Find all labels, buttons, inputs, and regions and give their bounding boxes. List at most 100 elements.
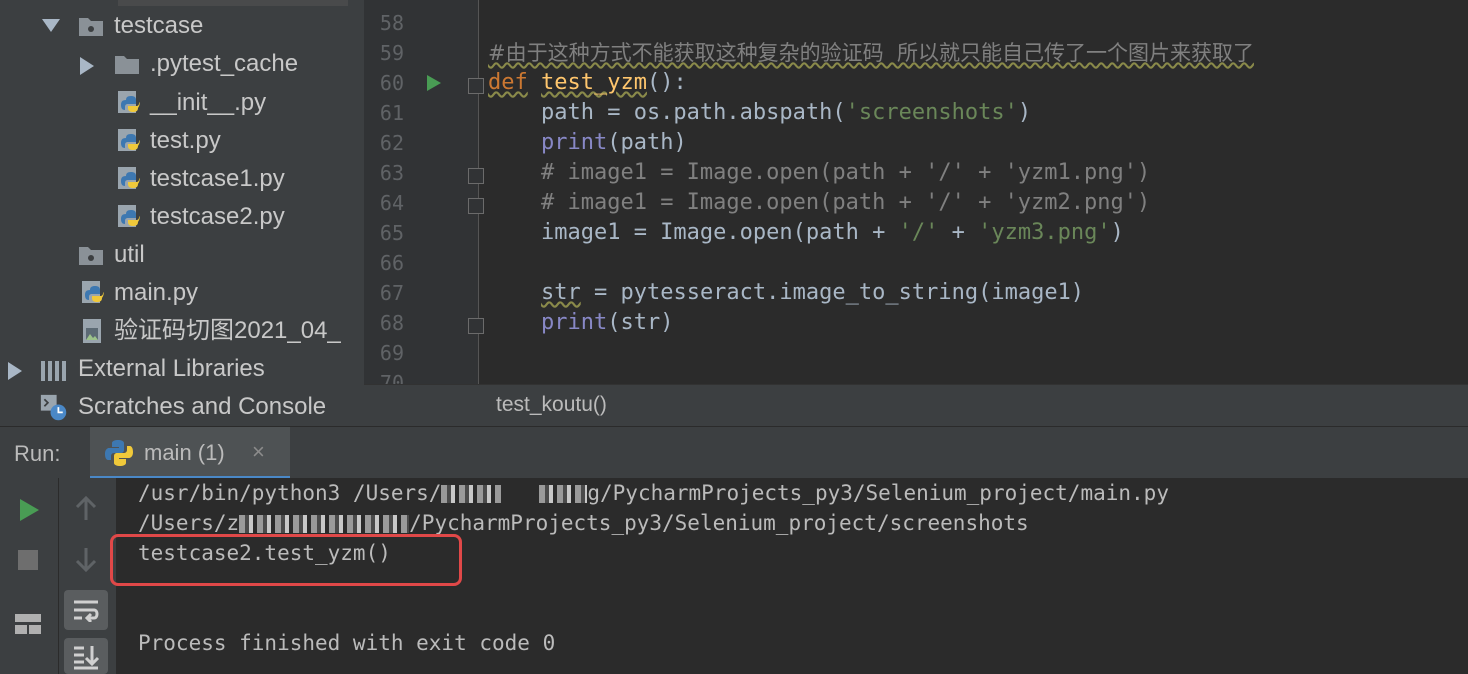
chevron-down-icon[interactable]: [42, 19, 60, 32]
code-token: ): [1110, 220, 1124, 245]
tree-item-label: testcase: [114, 12, 204, 39]
function-name: test_yzm: [541, 70, 647, 95]
tree-item-label: testcase1.py: [150, 165, 285, 192]
code-token: +: [938, 220, 979, 245]
tab-label: main (1): [144, 440, 225, 465]
scroll-to-end-icon[interactable]: [64, 638, 108, 674]
string-literal: 'screenshots': [845, 100, 1018, 125]
code-editor[interactable]: 58 59 60 61 62 63 64 65 66 67 68 69 70 #…: [364, 0, 1468, 384]
code-line-68: print(str): [488, 308, 673, 338]
tree-item-label: __init__.py: [150, 89, 267, 116]
line-number: 65: [379, 221, 404, 245]
run-toolbar: Run: main (1) ×: [0, 426, 1468, 479]
line-number: 69: [379, 341, 404, 365]
code-line-65: image1 = Image.open(path + '/' + 'yzm3.p…: [488, 218, 1124, 248]
console-text: /Users/z: [138, 511, 240, 535]
tree-item-util[interactable]: util: [0, 236, 364, 274]
fold-icon[interactable]: [468, 318, 484, 334]
tree-item-captcha-image[interactable]: 验证码切图2021_04_: [0, 312, 364, 350]
python-file-icon: [118, 167, 140, 189]
tree-item-pytest-cache[interactable]: .pytest_cache: [0, 45, 364, 83]
console-text: /PycharmProjects_py3/Selenium_project/sc…: [409, 511, 1029, 535]
fold-icon[interactable]: [468, 168, 484, 184]
code-line-59: #由于这种方式不能获取这种复杂的验证码 所以就只能自己传了一个图片来获取了: [488, 38, 1254, 68]
line-number: 62: [379, 131, 404, 155]
line-number: 67: [379, 281, 404, 305]
tree-item-testcase[interactable]: testcase: [0, 7, 364, 45]
rerun-icon[interactable]: [18, 498, 40, 522]
line-number: 63: [379, 161, 404, 185]
tree-item-scratches[interactable]: Scratches and Console: [0, 388, 364, 426]
project-tree: testcase .pytest_cache __init__.py test.…: [0, 0, 364, 426]
code-comment: # image1 = Image.open(path + '/' + 'yzm1…: [540, 160, 1151, 185]
fold-icon[interactable]: [468, 78, 484, 94]
code-line-60: def test_yzm():: [488, 68, 687, 98]
line-number: 60: [379, 71, 404, 95]
close-icon[interactable]: ×: [252, 439, 265, 465]
soft-wrap-icon[interactable]: [64, 590, 108, 630]
run-label: Run:: [14, 441, 61, 466]
tree-item-external-libraries[interactable]: External Libraries: [0, 350, 364, 388]
stop-icon[interactable]: [18, 550, 38, 570]
tree-item-label: .pytest_cache: [150, 50, 299, 77]
libraries-icon: [41, 361, 66, 381]
fold-icon[interactable]: [468, 198, 484, 214]
run-gutter-icon[interactable]: [426, 74, 442, 92]
highlight-annotation: [110, 534, 462, 586]
tree-item-label: 验证码切图2021_04_: [114, 317, 341, 344]
line-number: 61: [379, 101, 404, 125]
chevron-right-icon[interactable]: [8, 362, 22, 380]
line-number: 59: [379, 41, 404, 65]
code-line-67: str = pytesseract.image_to_string(image1…: [488, 278, 1084, 308]
scratches-icon: [40, 394, 67, 421]
code-line-63: # image1 = Image.open(path + '/' + 'yzm1…: [488, 158, 1150, 188]
console-toolbar: [0, 478, 116, 674]
console-line: Process finished with exit code 0: [138, 631, 556, 655]
line-number: 64: [379, 191, 404, 215]
redacted-text: [441, 485, 502, 503]
console-text: g/PycharmProjects_py3/Selenium_project/m…: [587, 481, 1169, 505]
tree-item-label: main.py: [114, 279, 199, 306]
image-file-icon: [83, 319, 101, 343]
python-file-icon: [118, 205, 140, 227]
code-token: (path): [607, 130, 687, 155]
variable-str: str: [540, 280, 581, 305]
redacted-text: [539, 485, 588, 503]
tree-item-main-py[interactable]: main.py: [0, 274, 364, 312]
tree-item-label: testcase2.py: [150, 203, 285, 230]
console-line: /usr/bin/python3 /Users/ g/PycharmProjec…: [138, 478, 1169, 508]
tree-item-testcase2-py[interactable]: testcase2.py: [0, 198, 364, 236]
tree-item-test-py[interactable]: test.py: [0, 122, 364, 160]
code-token: image1 = Image.open(path +: [488, 220, 899, 245]
code-token: (str): [607, 310, 674, 335]
editor-breadcrumb[interactable]: test_koutu(): [364, 384, 1468, 427]
string-literal: 'yzm3.png': [978, 220, 1111, 245]
builtin-print: print: [540, 310, 608, 335]
folder-icon: [79, 247, 103, 265]
python-file-icon: [118, 91, 140, 113]
tree-item-label: util: [114, 241, 145, 268]
folder-icon: [115, 56, 139, 74]
builtin-print: print: [540, 130, 608, 155]
tab-main-run[interactable]: main (1) ×: [90, 427, 290, 479]
tree-item-init-py[interactable]: __init__.py: [0, 84, 364, 122]
tree-item-testcase1-py[interactable]: testcase1.py: [0, 160, 364, 198]
down-arrow-icon[interactable]: [74, 546, 98, 572]
python-tab-icon: [105, 440, 133, 466]
tree-item-label: Scratches and Console: [78, 393, 327, 420]
code-comment: # image1 = Image.open(path + '/' + 'yzm2…: [540, 190, 1151, 215]
tree-item-label: External Libraries: [78, 355, 265, 382]
keyword-def: def: [488, 70, 528, 95]
folder-icon: [79, 18, 103, 36]
code-token: path = os.path.abspath(: [488, 100, 846, 125]
breadcrumb-item[interactable]: test_koutu(): [496, 393, 607, 417]
layout-icon[interactable]: [14, 612, 42, 636]
line-number: 58: [379, 11, 404, 35]
chevron-right-icon[interactable]: [80, 57, 94, 75]
line-number: 66: [379, 251, 404, 275]
code-token: = pytesseract.image_to_string(image1): [580, 280, 1085, 305]
line-number: 68: [379, 311, 404, 335]
up-arrow-icon[interactable]: [74, 496, 98, 522]
python-file-icon: [118, 129, 140, 151]
code-line-62: print(path): [488, 128, 687, 158]
